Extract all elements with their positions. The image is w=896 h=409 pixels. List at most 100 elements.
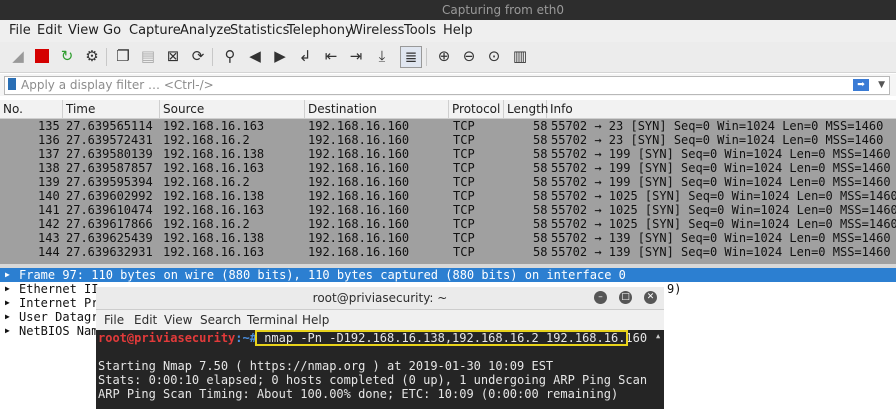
expand-arrow-icon[interactable]: ▶ bbox=[5, 268, 10, 282]
output-line: ARP Ping Scan Timing: About 100.00% done… bbox=[98, 387, 619, 401]
detail-text: NetBIOS Name bbox=[19, 324, 106, 338]
toolbar-separator bbox=[212, 48, 213, 66]
packet-source: 192.168.16.2 bbox=[163, 217, 250, 231]
apply-filter-arrow-icon[interactable]: ➡ bbox=[853, 79, 869, 91]
open-file-icon[interactable]: ❐ bbox=[113, 46, 133, 66]
colorize-icon[interactable]: ≣ bbox=[400, 46, 422, 68]
zoom-out-icon[interactable]: ⊖ bbox=[459, 46, 479, 66]
minimize-icon[interactable]: – bbox=[594, 291, 607, 304]
scroll-up-icon[interactable]: ▲ bbox=[656, 332, 660, 340]
packet-source: 192.168.16.2 bbox=[163, 133, 250, 147]
last-packet-icon[interactable]: ⇥ bbox=[346, 46, 366, 66]
column-header-source[interactable]: Source bbox=[160, 100, 305, 118]
packet-protocol: TCP bbox=[453, 189, 475, 203]
chevron-down-icon[interactable]: ▼ bbox=[878, 77, 885, 94]
go-forward-icon[interactable]: ▶ bbox=[270, 46, 290, 66]
menu-tools[interactable]: Tools bbox=[404, 20, 436, 42]
packet-destination: 192.168.16.160 bbox=[308, 175, 410, 189]
packet-list-header: No. Time Source Destination Protocol Len… bbox=[0, 100, 896, 119]
packet-row[interactable]: 137 27.639580139 192.168.16.138 192.168.… bbox=[0, 147, 896, 161]
save-file-icon[interactable]: ▤ bbox=[138, 46, 158, 66]
packet-list[interactable]: 135 27.639565114 192.168.16.163 192.168.… bbox=[0, 119, 896, 267]
expand-arrow-icon[interactable]: ▶ bbox=[5, 310, 10, 324]
packet-info: 55702 → 139 [SYN] Seq=0 Win=1024 Len=0 M… bbox=[551, 245, 891, 259]
menu-statistics[interactable]: Statistics bbox=[230, 20, 289, 42]
terminal-menu-help[interactable]: Help bbox=[302, 310, 329, 330]
go-to-packet-icon[interactable]: ↲ bbox=[295, 46, 315, 66]
packet-length: 58 bbox=[533, 133, 548, 147]
capture-options-icon[interactable]: ⚙ bbox=[82, 46, 102, 66]
packet-destination: 192.168.16.160 bbox=[308, 133, 410, 147]
expand-arrow-icon[interactable]: ▶ bbox=[5, 324, 10, 338]
terminal-window[interactable]: root@priviasecurity: ~ – □ ✕ File Edit V… bbox=[96, 287, 664, 409]
stop-capture-icon[interactable] bbox=[32, 46, 52, 66]
column-header-no[interactable]: No. bbox=[0, 100, 63, 118]
column-header-info[interactable]: Info bbox=[547, 100, 896, 118]
menu-analyze[interactable]: Analyze bbox=[180, 20, 231, 42]
packet-info: 55702 → 23 [SYN] Seq=0 Win=1024 Len=0 MS… bbox=[551, 133, 884, 147]
close-icon[interactable]: ✕ bbox=[644, 291, 657, 304]
packet-time: 27.639595394 bbox=[66, 175, 153, 189]
resize-columns-icon[interactable]: ▥ bbox=[510, 46, 530, 66]
column-header-protocol[interactable]: Protocol bbox=[449, 100, 504, 118]
detail-text: Ethernet II bbox=[19, 282, 99, 296]
toolbar-separator bbox=[426, 48, 427, 66]
terminal-menu-edit[interactable]: Edit bbox=[134, 310, 157, 330]
terminal-scrollbar[interactable]: ▲ bbox=[656, 332, 662, 406]
auto-scroll-icon[interactable]: ⤓ bbox=[372, 46, 392, 66]
normal-size-icon[interactable]: ⊙ bbox=[484, 46, 504, 66]
reload-icon[interactable]: ⟳ bbox=[188, 46, 208, 66]
shark-fin-start-icon[interactable]: ◢ bbox=[8, 46, 28, 66]
menu-help[interactable]: Help bbox=[443, 20, 473, 42]
column-header-time[interactable]: Time bbox=[63, 100, 160, 118]
expand-arrow-icon[interactable]: ▶ bbox=[5, 282, 10, 296]
go-back-icon[interactable]: ◀ bbox=[245, 46, 265, 66]
detail-row-frame[interactable]: ▶ Frame 97: 110 bytes on wire (880 bits)… bbox=[0, 268, 896, 282]
first-packet-icon[interactable]: ⇤ bbox=[321, 46, 341, 66]
packet-protocol: TCP bbox=[453, 175, 475, 189]
menu-go[interactable]: Go bbox=[103, 20, 121, 42]
packet-row[interactable]: 144 27.639632931 192.168.16.163 192.168.… bbox=[0, 245, 896, 259]
column-header-length[interactable]: Length bbox=[504, 100, 548, 118]
output-line: Stats: 0:00:10 elapsed; 0 hosts complete… bbox=[98, 373, 648, 387]
terminal-titlebar[interactable]: root@priviasecurity: ~ – □ ✕ bbox=[96, 287, 664, 310]
packet-length: 58 bbox=[533, 119, 548, 133]
packet-row[interactable]: 140 27.639602992 192.168.16.138 192.168.… bbox=[0, 189, 896, 203]
menu-wireless[interactable]: Wireless bbox=[350, 20, 404, 42]
terminal-menu-view[interactable]: View bbox=[164, 310, 192, 330]
close-file-icon[interactable]: ⊠ bbox=[163, 46, 183, 66]
terminal-menu-search[interactable]: Search bbox=[200, 310, 241, 330]
packet-destination: 192.168.16.160 bbox=[308, 161, 410, 175]
bookmark-icon[interactable] bbox=[8, 78, 16, 90]
terminal-menu-terminal[interactable]: Terminal bbox=[247, 310, 298, 330]
terminal-output[interactable]: root@priviasecurity:~# nmap -Pn -D192.16… bbox=[96, 330, 664, 409]
restart-capture-icon[interactable]: ↻ bbox=[57, 46, 77, 66]
main-toolbar: ◢ ↻ ⚙ ❐ ▤ ⊠ ⟳ ⚲ ◀ ▶ ↲ ⇤ ⇥ ⤓ ≣ ⊕ ⊖ ⊙ ▥ bbox=[0, 42, 896, 73]
menu-capture[interactable]: Capture bbox=[129, 20, 181, 42]
packet-destination: 192.168.16.160 bbox=[308, 189, 410, 203]
packet-row[interactable]: 138 27.639587857 192.168.16.163 192.168.… bbox=[0, 161, 896, 175]
packet-no: 141 bbox=[38, 203, 60, 217]
menu-edit[interactable]: Edit bbox=[37, 20, 62, 42]
packet-row[interactable]: 143 27.639625439 192.168.16.138 192.168.… bbox=[0, 231, 896, 245]
maximize-icon[interactable]: □ bbox=[619, 291, 632, 304]
expand-arrow-icon[interactable]: ▶ bbox=[5, 296, 10, 310]
zoom-in-icon[interactable]: ⊕ bbox=[434, 46, 454, 66]
packet-row[interactable]: 141 27.639610474 192.168.16.163 192.168.… bbox=[0, 203, 896, 217]
column-header-destination[interactable]: Destination bbox=[305, 100, 449, 118]
menu-view[interactable]: View bbox=[68, 20, 99, 42]
packet-length: 58 bbox=[533, 231, 548, 245]
packet-row[interactable]: 136 27.639572431 192.168.16.2 192.168.16… bbox=[0, 133, 896, 147]
display-filter-input[interactable]: Apply a display filter … <Ctrl-/> ➡ ▼ bbox=[4, 76, 890, 95]
menu-file[interactable]: File bbox=[9, 20, 31, 42]
packet-row[interactable]: 139 27.639595394 192.168.16.2 192.168.16… bbox=[0, 175, 896, 189]
packet-time: 27.639565114 bbox=[66, 119, 153, 133]
terminal-menu-file[interactable]: File bbox=[104, 310, 124, 330]
packet-row[interactable]: 135 27.639565114 192.168.16.163 192.168.… bbox=[0, 119, 896, 133]
packet-destination: 192.168.16.160 bbox=[308, 245, 410, 259]
menu-telephony[interactable]: Telephony bbox=[287, 20, 353, 42]
packet-row[interactable]: 142 27.639617866 192.168.16.2 192.168.16… bbox=[0, 217, 896, 231]
packet-time: 27.639587857 bbox=[66, 161, 153, 175]
find-packet-icon[interactable]: ⚲ bbox=[220, 46, 240, 66]
packet-destination: 192.168.16.160 bbox=[308, 217, 410, 231]
